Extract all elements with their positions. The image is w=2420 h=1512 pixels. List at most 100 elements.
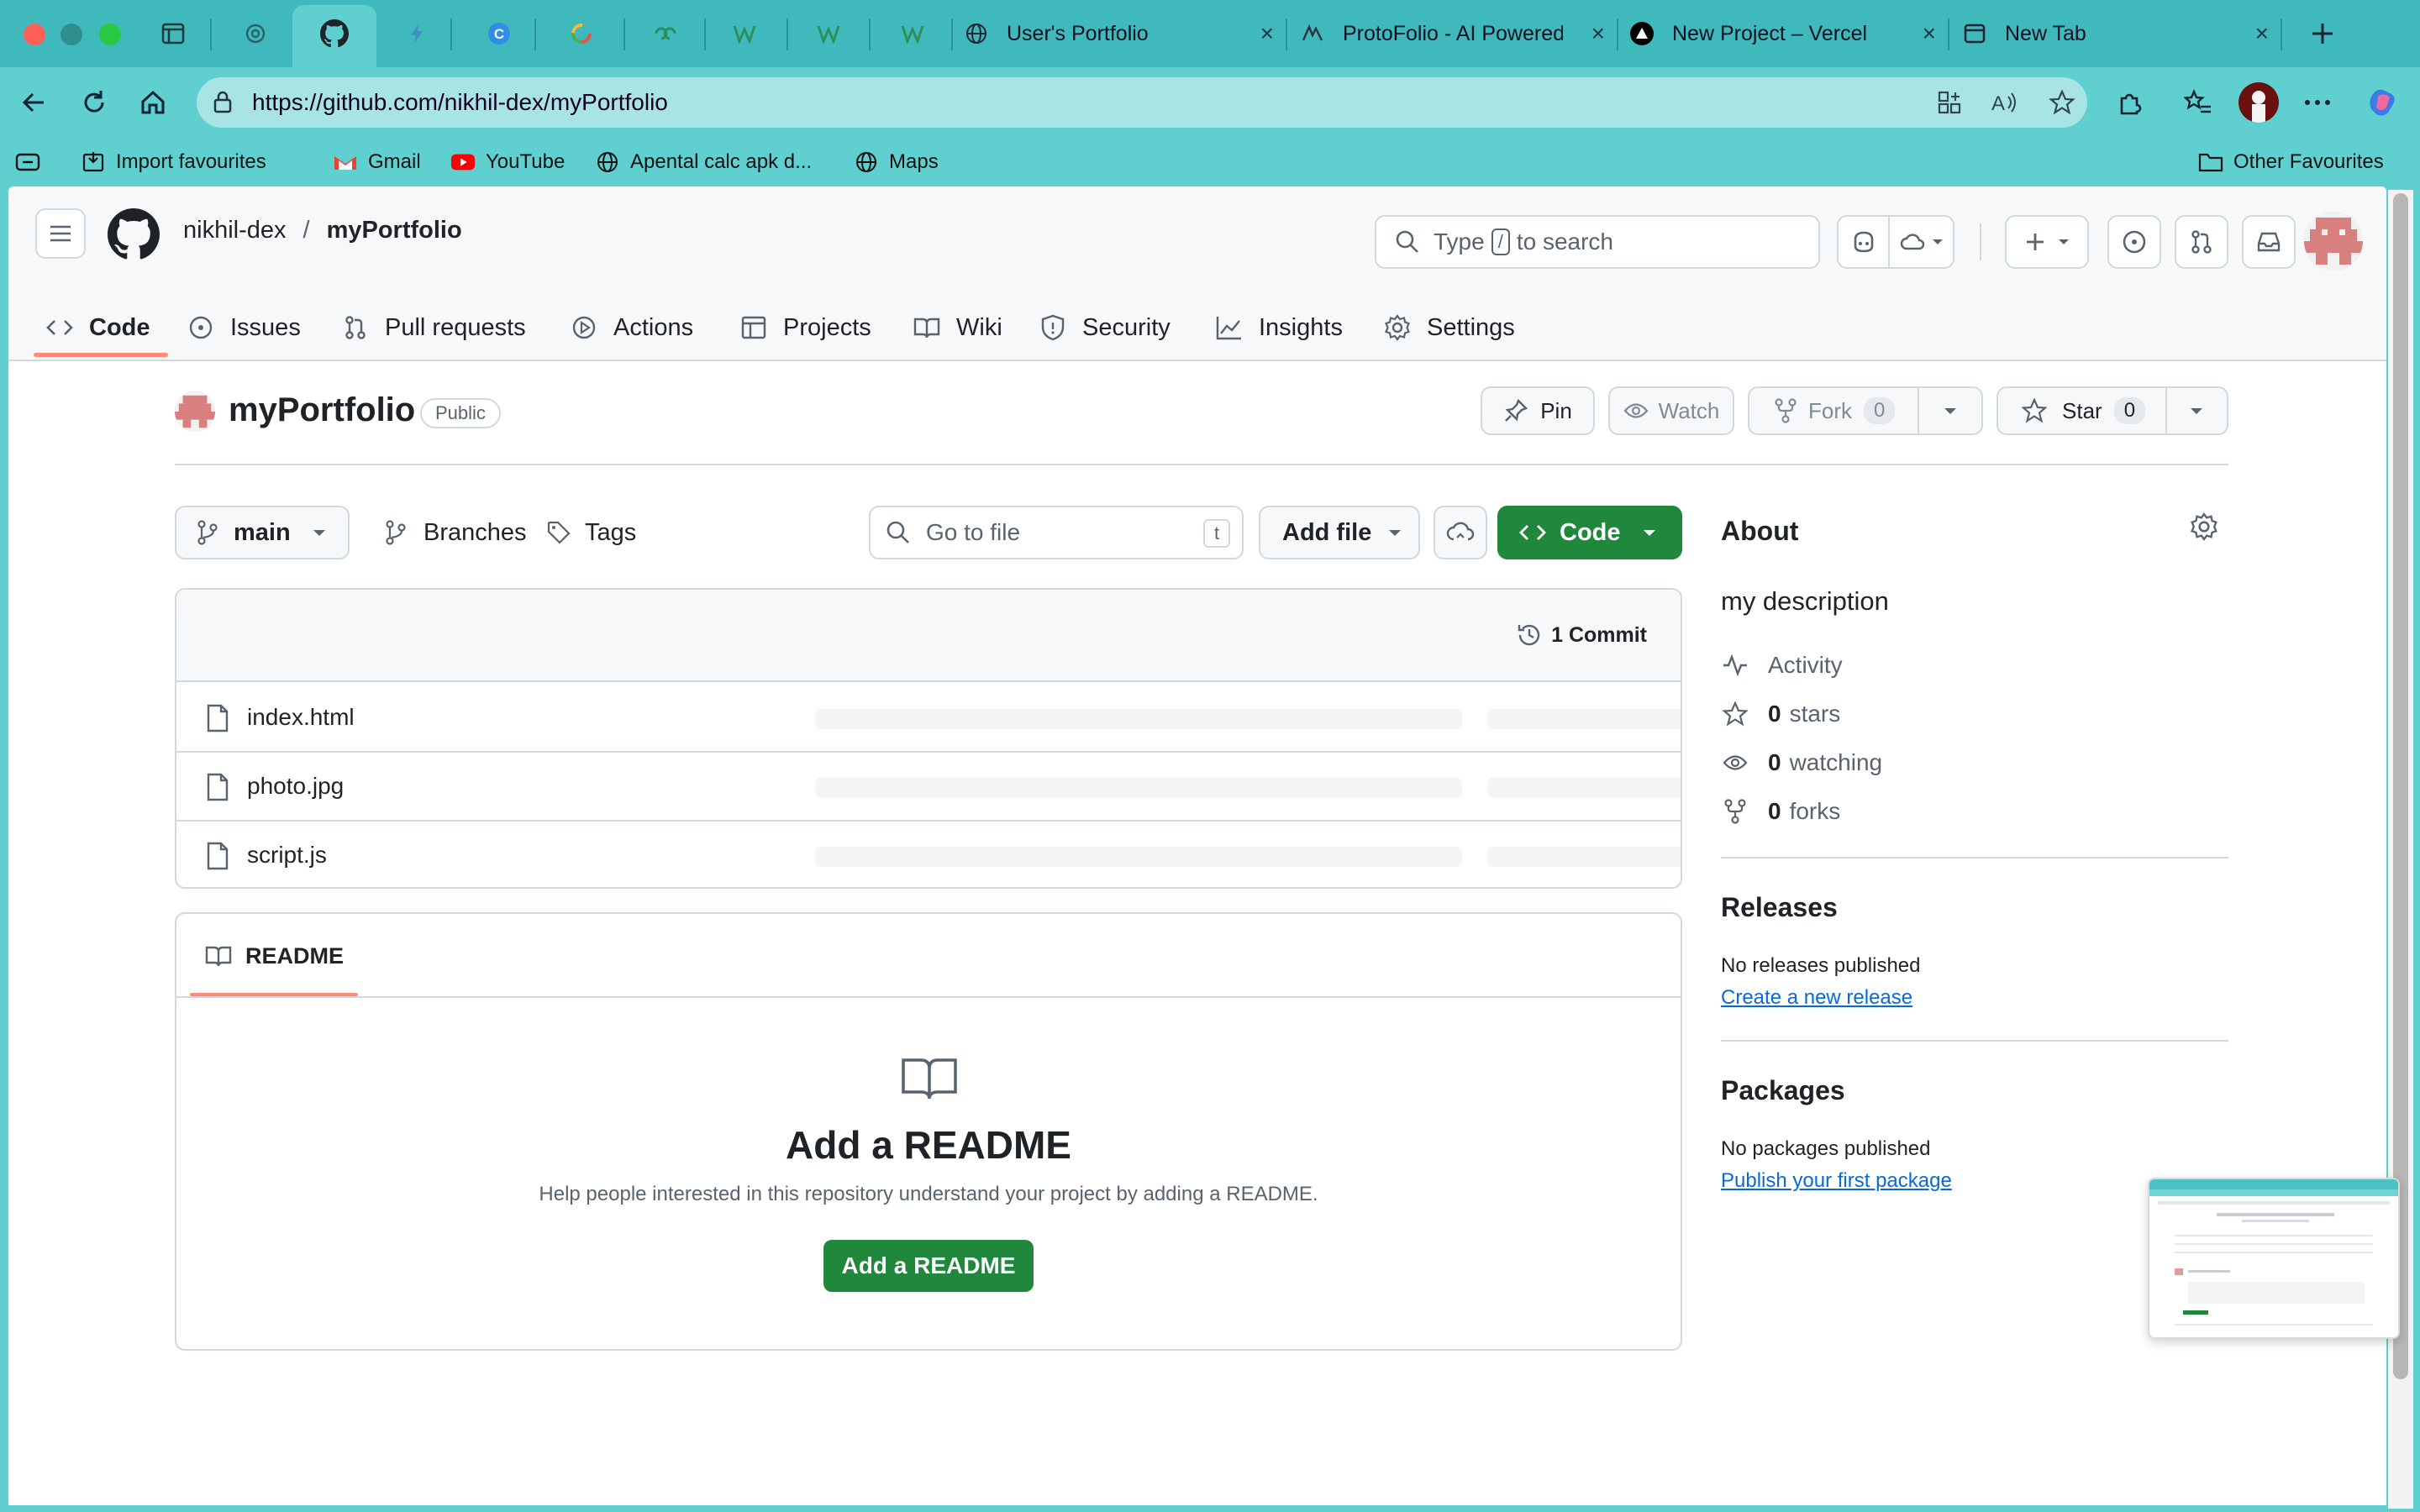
owner-link[interactable]: nikhil-dex [183, 217, 287, 244]
copilot-button[interactable] [1839, 217, 1891, 267]
publish-package-link[interactable]: Publish your first package [1721, 1169, 1952, 1193]
code-dropdown-button[interactable]: Code [1497, 506, 1682, 559]
geeks-tab-icon[interactable] [649, 17, 682, 50]
w-tab-icon-3[interactable] [896, 17, 929, 50]
screenshot-thumbnail[interactable] [2148, 1178, 2400, 1339]
tab-label: New Tab [2005, 21, 2086, 45]
file-name[interactable]: index.html [247, 704, 355, 731]
copilot-dropdown-button[interactable] [1890, 217, 1953, 267]
gear-icon[interactable] [2190, 512, 2218, 541]
read-aloud-icon[interactable]: A [1988, 86, 2022, 119]
fork-dropdown-button[interactable] [1919, 407, 1981, 415]
bookmark-import-favourites[interactable]: Import favourites [81, 146, 266, 178]
maximize-window-button[interactable] [99, 24, 121, 45]
close-tab-icon[interactable]: × [1923, 20, 1936, 47]
repo-owner-avatar[interactable] [175, 391, 215, 432]
file-name[interactable]: photo.jpg [247, 773, 344, 800]
extensions-icon[interactable] [2107, 81, 2151, 124]
bookmark-other-favourites[interactable]: Other Favourites [2198, 146, 2384, 178]
tab-users-portfolio[interactable]: User's Portfolio × [963, 8, 1274, 59]
packages-heading[interactable]: Packages [1721, 1075, 1845, 1106]
stars-link[interactable]: 0 stars [1721, 697, 1840, 731]
back-icon[interactable] [12, 81, 55, 124]
forks-link[interactable]: 0 forks [1721, 795, 1840, 828]
google-tab-icon[interactable] [565, 17, 598, 50]
pull-requests-button[interactable] [2175, 215, 2228, 269]
readme-tab-label: README [245, 942, 345, 969]
branches-link[interactable]: Branches [385, 506, 527, 559]
fork-button[interactable]: Fork 0 [1749, 388, 1919, 433]
table-row[interactable]: index.html [176, 684, 1681, 753]
tab-protofolio[interactable]: ProtoFolio - AI Powered × [1299, 8, 1605, 59]
github-tab-icon[interactable] [318, 17, 351, 50]
branch-selector[interactable]: main [175, 506, 350, 559]
add-file-button[interactable]: Add file [1259, 506, 1420, 559]
tab-actions-icon[interactable] [156, 17, 190, 50]
add-readme-button[interactable]: Add a README [823, 1240, 1034, 1292]
table-row[interactable]: photo.jpg [176, 753, 1681, 822]
commit-history-link[interactable]: 1 Commit [1516, 622, 1647, 648]
github-logo-icon[interactable] [108, 208, 160, 260]
favourite-star-icon[interactable] [2045, 86, 2079, 119]
watch-button[interactable]: Watch [1608, 386, 1734, 435]
create-release-link[interactable]: Create a new release [1721, 986, 1912, 1010]
tags-link[interactable]: Tags [546, 506, 636, 559]
menu-button[interactable] [35, 208, 86, 259]
close-window-button[interactable] [24, 24, 45, 45]
bookmark-youtube[interactable]: YouTube [450, 146, 565, 178]
close-tab-icon[interactable]: × [2255, 20, 2269, 47]
w-tab-icon-2[interactable] [812, 17, 845, 50]
repo-link[interactable]: myPortfolio [327, 217, 462, 244]
profile-avatar[interactable] [2238, 82, 2279, 123]
bookmark-maps[interactable]: Maps [854, 146, 939, 178]
openai-tab-icon[interactable] [239, 17, 272, 50]
sidebar-toggle-icon[interactable] [15, 146, 50, 178]
tab-code[interactable]: Code [45, 294, 150, 361]
create-new-button[interactable] [2005, 215, 2089, 269]
issues-button[interactable] [2107, 215, 2161, 269]
more-options-icon[interactable] [2296, 81, 2339, 124]
tab-security[interactable]: Security [1039, 294, 1171, 361]
address-bar[interactable]: https://github.com/nikhil-dex/myPortfoli… [197, 77, 2087, 128]
user-avatar[interactable] [2304, 212, 2363, 270]
bookmark-gmail[interactable]: Gmail [333, 146, 421, 178]
apps-icon[interactable] [1933, 86, 1966, 119]
minimize-window-button[interactable] [60, 24, 82, 45]
star-button[interactable]: Star 0 [1998, 388, 2167, 433]
file-name[interactable]: script.js [247, 842, 327, 869]
url-text[interactable]: https://github.com/nikhil-dex/myPortfoli… [252, 89, 668, 116]
close-tab-icon[interactable]: × [1591, 20, 1605, 47]
close-tab-icon[interactable]: × [1260, 20, 1274, 47]
w-tab-icon-1[interactable] [728, 17, 761, 50]
home-icon[interactable] [131, 81, 175, 124]
releases-heading[interactable]: Releases [1721, 892, 1838, 923]
tab-insights[interactable]: Insights [1215, 294, 1343, 361]
watching-count: 0 [1768, 749, 1781, 775]
copilot-icon[interactable] [2361, 81, 2405, 124]
favourites-icon[interactable] [2176, 81, 2220, 124]
repo-title[interactable]: myPortfolio [229, 391, 415, 429]
readme-tab[interactable]: README [205, 931, 344, 981]
inbox-button[interactable] [2242, 215, 2296, 269]
tab-projects[interactable]: Projects [739, 294, 871, 361]
reload-icon[interactable] [72, 81, 116, 124]
watching-link[interactable]: 0 watching [1721, 746, 1882, 780]
tab-issues[interactable]: Issues [187, 294, 301, 361]
go-to-file-input[interactable]: Go to file t [869, 506, 1244, 559]
tab-wiki[interactable]: Wiki [913, 294, 1002, 361]
bolt-tab-icon[interactable] [400, 17, 434, 50]
tab-vercel[interactable]: New Project – Vercel × [1628, 8, 1936, 59]
star-dropdown-button[interactable] [2167, 407, 2227, 415]
bookmark-apental[interactable]: Apental calc apk d... [595, 146, 812, 178]
tab-pull-requests[interactable]: Pull requests [341, 294, 526, 361]
new-tab-plus-icon[interactable] [2306, 17, 2339, 50]
search-input[interactable]: Type / to search [1375, 215, 1820, 269]
tab-new-tab[interactable]: New Tab × [1961, 8, 2269, 59]
tab-actions[interactable]: Actions [570, 294, 693, 361]
table-row[interactable]: script.js [176, 822, 1681, 887]
c-tab-icon[interactable]: C [482, 17, 516, 50]
pin-button[interactable]: Pin [1481, 386, 1595, 435]
tab-settings[interactable]: Settings [1383, 294, 1515, 361]
activity-link[interactable]: Activity [1721, 648, 1843, 682]
codespaces-button[interactable] [1434, 506, 1487, 559]
